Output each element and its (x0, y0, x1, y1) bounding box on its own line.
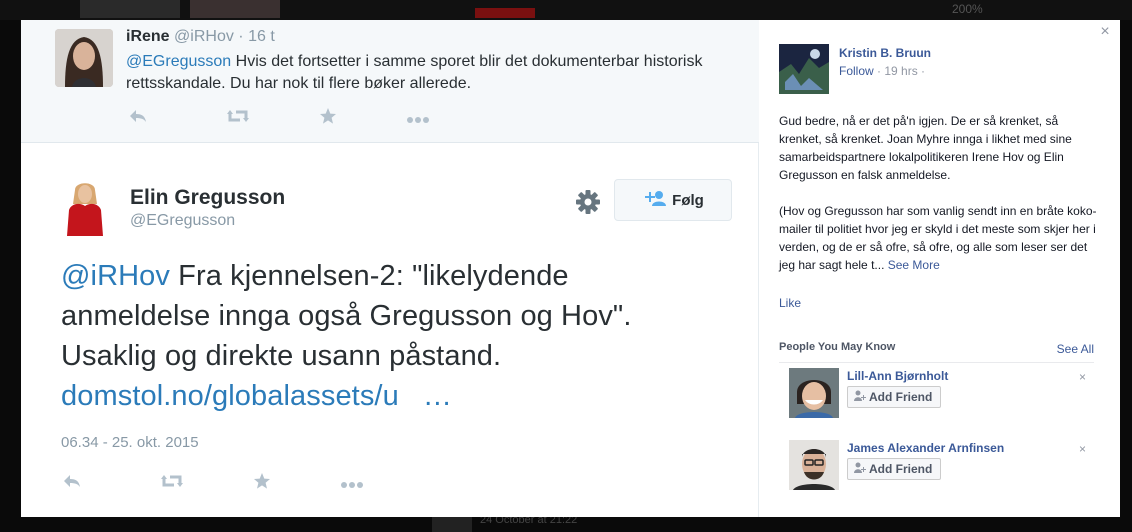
follow-label: Følg (672, 191, 704, 209)
see-more-link[interactable]: See More (888, 258, 940, 272)
close-icon[interactable]: × (1098, 24, 1112, 40)
follow-button[interactable]: Følg (614, 179, 732, 221)
post-text: Gud bedre, nå er det på'n igjen. De er s… (779, 112, 1104, 292)
dismiss-icon[interactable]: × (1079, 442, 1086, 456)
retweet-icon[interactable] (226, 108, 249, 129)
reply-tweet-actions (128, 107, 429, 130)
url-ellipsis: … (422, 380, 452, 412)
photo-lightbox: iRene @iRHov · 16 t @EGregusson Hvis det… (21, 20, 1120, 517)
post-paragraph-2: (Hov og Gregusson har som vanlig sendt i… (779, 202, 1104, 274)
tweet-time[interactable]: 16 t (248, 28, 275, 45)
dismiss-icon[interactable]: × (1079, 370, 1086, 384)
person-name[interactable]: James Alexander Arnfinsen (847, 441, 1004, 455)
gear-icon[interactable] (574, 188, 602, 216)
tweet-url-link[interactable]: domstol.no/globalassets/u (61, 380, 399, 412)
tweet-screenshot: iRene @iRHov · 16 t @EGregusson Hvis det… (21, 20, 759, 517)
main-tweet-actions (62, 472, 363, 495)
reply-tweet-header: iRene @iRHov · 16 t (126, 28, 275, 46)
like-link[interactable]: Like (779, 296, 801, 310)
avatar[interactable] (779, 44, 829, 94)
post-time: · 19 hrs · (873, 64, 926, 78)
author-handle[interactable]: @EGregusson (130, 212, 235, 230)
more-icon[interactable] (406, 109, 429, 129)
add-friend-button[interactable]: Add Friend (847, 458, 942, 480)
mention-link[interactable]: @iRHov (61, 260, 170, 292)
reply-tweet: iRene @iRHov · 16 t @EGregusson Hvis det… (21, 20, 759, 143)
add-person-icon (642, 190, 667, 210)
pymk-title: People You May Know (779, 341, 896, 353)
background-strip: 200% (0, 0, 1132, 20)
tweet-text: @EGregusson Hvis det fortsetter i samme … (126, 51, 746, 95)
reply-icon[interactable] (128, 108, 148, 129)
people-you-may-know-header: People You May Know See All (779, 341, 1094, 363)
author-name[interactable]: Elin Gregusson (130, 186, 285, 210)
avatar[interactable] (789, 440, 839, 490)
reply-icon[interactable] (62, 473, 82, 494)
person-name[interactable]: Lill-Ann Bjørnholt (847, 369, 948, 383)
background-block (475, 8, 535, 18)
add-friend-label: Add Friend (869, 462, 933, 476)
more-icon[interactable] (340, 474, 363, 494)
post-author-name[interactable]: Kristin B. Bruun (839, 46, 931, 60)
avatar (61, 178, 109, 236)
add-friend-label: Add Friend (869, 390, 933, 404)
follow-link[interactable]: Follow (839, 64, 874, 78)
separator: · (238, 28, 244, 45)
star-icon[interactable] (252, 472, 272, 495)
mention-link[interactable]: @EGregusson (126, 53, 231, 70)
pymk-item: Lill-Ann Bjørnholt Add Friend × (789, 368, 1094, 424)
add-person-icon (854, 462, 866, 476)
avatar (55, 29, 113, 87)
avatar[interactable] (789, 368, 839, 418)
background-zoom-text: 200% (952, 2, 983, 16)
see-all-link[interactable]: See All (1057, 342, 1094, 356)
add-person-icon (854, 390, 866, 404)
tweet-text: @iRHov Fra kjennelsen-2: "likelydende an… (61, 256, 721, 416)
post-paragraph: Gud bedre, nå er det på'n igjen. De er s… (779, 114, 1072, 182)
tweet-datetime[interactable]: 06.34 - 25. okt. 2015 (61, 434, 199, 451)
author-name[interactable]: iRene (126, 28, 170, 45)
pymk-item: James Alexander Arnfinsen Add Friend × (789, 440, 1094, 496)
facebook-post-panel: × Kristin B. Bruun Follow · 19 hrs · Gud… (759, 20, 1120, 517)
background-block (80, 0, 180, 18)
background-block (190, 0, 280, 18)
retweet-icon[interactable] (160, 473, 183, 494)
author-handle[interactable]: @iRHov (174, 28, 234, 45)
post-meta: Follow · 19 hrs · (839, 64, 925, 78)
add-friend-button[interactable]: Add Friend (847, 386, 942, 408)
star-icon[interactable] (318, 107, 338, 130)
